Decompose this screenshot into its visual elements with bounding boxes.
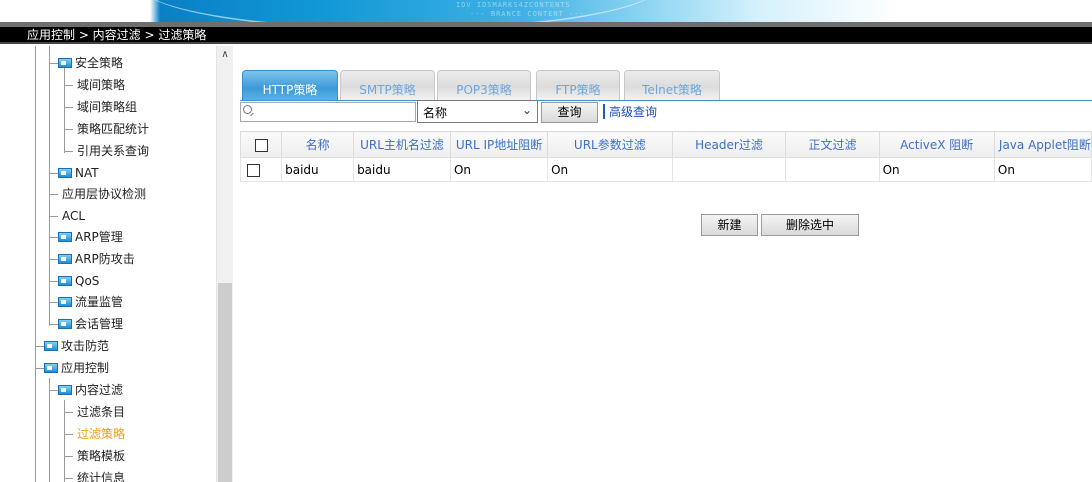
breadcrumb-stripe <box>0 22 1092 27</box>
advanced-query-link[interactable]: 高级查询 <box>609 105 657 119</box>
nav-item-policy-match-stats[interactable]: 策略匹配统计 <box>0 119 216 139</box>
column-header-name[interactable]: 名称 <box>281 131 355 158</box>
table-cell-url-ip-block: On <box>449 157 549 182</box>
folder-icon <box>58 297 72 307</box>
nav-item-filter-policy[interactable]: 过滤策略 <box>0 424 216 444</box>
tab-smtp-policy[interactable]: SMTP策略 <box>340 70 435 100</box>
nav-item-reference-query[interactable]: 引用关系查询 <box>0 141 216 161</box>
search-field-select[interactable]: 名称 ⌄ <box>417 100 538 123</box>
nav-item-filter-entries[interactable]: 过滤条目 <box>0 402 216 422</box>
folder-icon <box>58 168 72 178</box>
search-box[interactable] <box>240 102 416 122</box>
nav-item-app-control[interactable]: 应用控制 <box>0 358 216 378</box>
search-icon <box>243 105 252 114</box>
nav-item-statistics[interactable]: 统计信息 <box>0 468 216 482</box>
nav-item-alg-detection[interactable]: 应用层协议检测 <box>0 184 216 204</box>
table-row[interactable]: baidu baidu On On On On <box>239 157 1092 182</box>
folder-icon <box>58 58 72 68</box>
nav-item-arp-anti-attack[interactable]: ARP防攻击 <box>0 249 216 269</box>
nav-item-policy-template[interactable]: 策略模板 <box>0 446 216 466</box>
table-cell-activex-block: On <box>878 157 995 182</box>
row-checkbox[interactable] <box>247 163 260 177</box>
folder-icon <box>58 276 72 286</box>
column-header-body-filter[interactable]: 正文过滤 <box>785 131 880 158</box>
banner-watermark: IDV IDSMARKS4ZCONTENTS <box>456 1 571 9</box>
nav-item-nat[interactable]: NAT <box>0 163 216 183</box>
folder-icon <box>44 363 58 373</box>
chevron-up-icon[interactable]: ∧ <box>217 46 233 63</box>
tab-telnet-policy[interactable]: Telnet策略 <box>624 70 720 100</box>
folder-icon <box>58 385 72 395</box>
select-all-checkbox[interactable] <box>254 138 268 152</box>
nav-item-qos[interactable]: QoS <box>0 271 216 291</box>
folder-icon <box>44 341 58 351</box>
nav-item-interzone-policy-group[interactable]: 域间策略组 <box>0 97 216 117</box>
search-input[interactable] <box>255 104 413 120</box>
policy-table: 名称 URL主机名过滤 URL IP地址阻断 URL参数过滤 Header过滤 … <box>239 131 1092 182</box>
column-header-activex-block[interactable]: ActiveX 阻断 <box>878 131 995 158</box>
new-button[interactable]: 新建 <box>701 214 758 236</box>
table-cell-header-filter <box>671 157 787 182</box>
tab-ftp-policy[interactable]: FTP策略 <box>536 70 620 100</box>
table-cell-url-host-filter: baidu <box>353 157 451 182</box>
select-all-header <box>239 131 283 158</box>
nav-scrollbar[interactable]: ∧ <box>216 46 233 482</box>
tab-pop3-policy[interactable]: POP3策略 <box>437 70 531 100</box>
breadcrumb-bar: 应用控制 > 内容过滤 > 过滤策略 <box>0 22 1092 44</box>
scrollbar-thumb[interactable] <box>218 283 232 482</box>
top-banner: IDV IDSMARKS4ZCONTENTS --- BRANCE CONTEN… <box>0 0 1092 22</box>
chevron-down-icon: ⌄ <box>521 103 532 117</box>
nav-tree: 安全策略 域间策略 域间策略组 策略匹配统计 引用关系查询 NAT 应用层协议检… <box>0 46 233 482</box>
banner-watermark: --- BRANCE CONTENT --- <box>470 10 585 18</box>
tab-http-policy[interactable]: HTTP策略 <box>242 70 338 100</box>
folder-icon <box>58 232 72 242</box>
main-content: HTTP策略 SMTP策略 POP3策略 FTP策略 Telnet策略 名称 ⌄… <box>239 46 1092 482</box>
column-header-java-applet-block[interactable]: Java Applet阻断 <box>993 131 1092 158</box>
table-cell-java-applet-block: On <box>993 157 1092 182</box>
table-cell-url-param-filter: On <box>547 157 673 182</box>
nav-item-session-management[interactable]: 会话管理 <box>0 314 216 334</box>
folder-icon <box>58 254 72 264</box>
nav-item-interzone-policy[interactable]: 域间策略 <box>0 75 216 95</box>
breadcrumb: 应用控制 > 内容过滤 > 过滤策略 <box>27 28 207 42</box>
nav-item-arp-management[interactable]: ARP管理 <box>0 227 216 247</box>
column-header-url-ip-block[interactable]: URL IP地址阻断 <box>449 131 549 158</box>
nav-item-security-policy[interactable]: 安全策略 <box>0 53 216 73</box>
query-button[interactable]: 查询 <box>541 102 598 123</box>
nav-item-acl[interactable]: ACL <box>0 206 216 226</box>
search-field-value: 名称 <box>423 106 448 120</box>
delete-selected-button[interactable]: 删除选中 <box>761 214 859 236</box>
table-cell-body-filter <box>785 157 880 182</box>
row-select-cell <box>239 157 283 182</box>
column-header-url-param-filter[interactable]: URL参数过滤 <box>547 131 673 158</box>
table-cell-name[interactable]: baidu <box>281 157 355 182</box>
nav-item-content-filter[interactable]: 内容过滤 <box>0 380 216 400</box>
advanced-query-separator <box>603 104 605 119</box>
column-header-url-host-filter[interactable]: URL主机名过滤 <box>353 131 451 158</box>
nav-item-traffic-policing[interactable]: 流量监管 <box>0 292 216 312</box>
folder-icon <box>58 319 72 329</box>
tab-underline <box>240 100 1092 101</box>
column-header-header-filter[interactable]: Header过滤 <box>671 131 787 158</box>
nav-item-attack-defense[interactable]: 攻击防范 <box>0 336 216 356</box>
table-header-row: 名称 URL主机名过滤 URL IP地址阻断 URL参数过滤 Header过滤 … <box>239 131 1092 158</box>
